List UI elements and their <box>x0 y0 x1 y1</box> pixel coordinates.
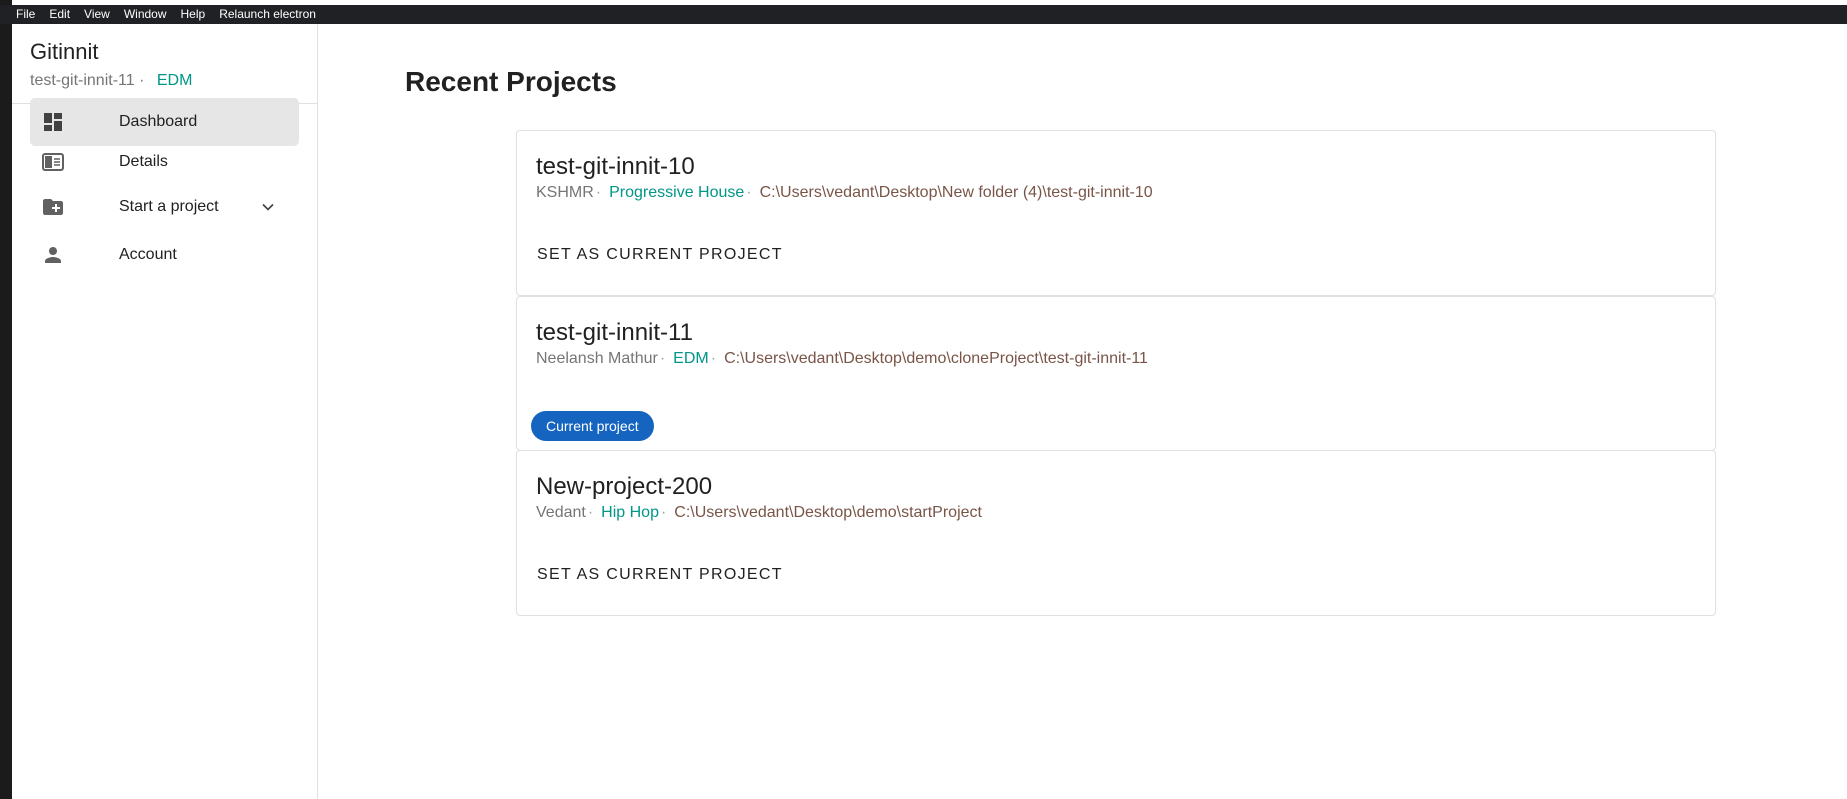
main-content: Recent Projects test-git-innit-10 KSHMR ·… <box>318 24 1847 799</box>
separator-dot: · <box>660 504 667 521</box>
folder-add-icon <box>43 199 63 215</box>
dashboard-icon <box>44 113 62 131</box>
current-project-name: test-git-innit-11 <box>30 72 135 89</box>
project-meta: Neelansh Mathur · EDM · C:\Users\vedant\Desk… <box>536 350 1148 368</box>
menu-window[interactable]: Window <box>124 5 167 24</box>
sidebar-item-details[interactable]: Details <box>30 138 299 186</box>
menu-view[interactable]: View <box>84 5 110 24</box>
project-card: New-project-200 Vedant · Hip Hop · C:\Users\… <box>516 450 1716 616</box>
project-card: test-git-innit-11 Neelansh Mathur · EDM · C:… <box>516 296 1716 451</box>
separator-dot: · <box>659 350 666 367</box>
project-card: test-git-innit-10 KSHMR · Progressive Hous… <box>516 130 1716 296</box>
project-genre: EDM <box>673 350 709 367</box>
sidebar-item-label: Account <box>119 246 177 263</box>
current-project-info: test-git-innit-11 · EDM <box>30 72 192 90</box>
page-title: Recent Projects <box>405 66 617 97</box>
sidebar: Gitinnit test-git-innit-11 · EDM Dashboa… <box>12 24 318 799</box>
menu-relaunch-electron[interactable]: Relaunch electron <box>219 5 316 24</box>
separator-dot: · <box>139 72 145 89</box>
menu-file[interactable]: File <box>16 5 35 24</box>
set-current-project-button[interactable]: SET AS CURRENT PROJECT <box>537 566 783 584</box>
project-name: test-git-innit-11 <box>536 319 693 346</box>
current-project-badge: Current project <box>531 411 654 441</box>
separator-dot: · <box>746 184 752 201</box>
project-path: C:\Users\vedant\Desktop\New folder (4)\t… <box>759 184 1153 201</box>
project-author: Neelansh Mathur <box>536 350 658 367</box>
sidebar-item-label: Start a project <box>119 198 219 215</box>
project-author: Vedant <box>536 504 586 521</box>
details-icon <box>42 153 64 171</box>
set-current-project-button[interactable]: SET AS CURRENT PROJECT <box>537 246 783 264</box>
chevron-down-icon[interactable] <box>258 197 278 217</box>
app-title: Gitinnit <box>30 39 99 64</box>
menu-bar: File Edit View Window Help Relaunch elec… <box>0 5 1847 24</box>
sidebar-item-start-project[interactable]: Start a project <box>30 183 299 231</box>
project-meta: Vedant · Hip Hop · C:\Users\vedant\Desktop\d… <box>536 504 982 522</box>
window-edge <box>0 0 12 799</box>
current-project-genre: EDM <box>156 72 193 89</box>
project-author: KSHMR <box>536 184 594 201</box>
sidebar-item-account[interactable]: Account <box>30 231 299 279</box>
menu-edit[interactable]: Edit <box>49 5 70 24</box>
project-genre: Progressive House <box>609 184 745 201</box>
project-name: test-git-innit-10 <box>536 153 695 180</box>
separator-dot: · <box>710 350 717 367</box>
sidebar-item-label: Details <box>119 153 168 170</box>
project-meta: KSHMR · Progressive House · C:\Users\vedant\… <box>536 184 1153 202</box>
project-path: C:\Users\vedant\Desktop\demo\cloneProjec… <box>724 350 1148 367</box>
person-icon <box>45 247 61 263</box>
project-name: New-project-200 <box>536 473 713 500</box>
project-path: C:\Users\vedant\Desktop\demo\startProjec… <box>674 504 982 521</box>
project-genre: Hip Hop <box>601 504 659 521</box>
sidebar-item-label: Dashboard <box>119 113 198 130</box>
menu-help[interactable]: Help <box>181 5 206 24</box>
separator-dot: · <box>587 504 594 521</box>
separator-dot: · <box>595 184 602 201</box>
